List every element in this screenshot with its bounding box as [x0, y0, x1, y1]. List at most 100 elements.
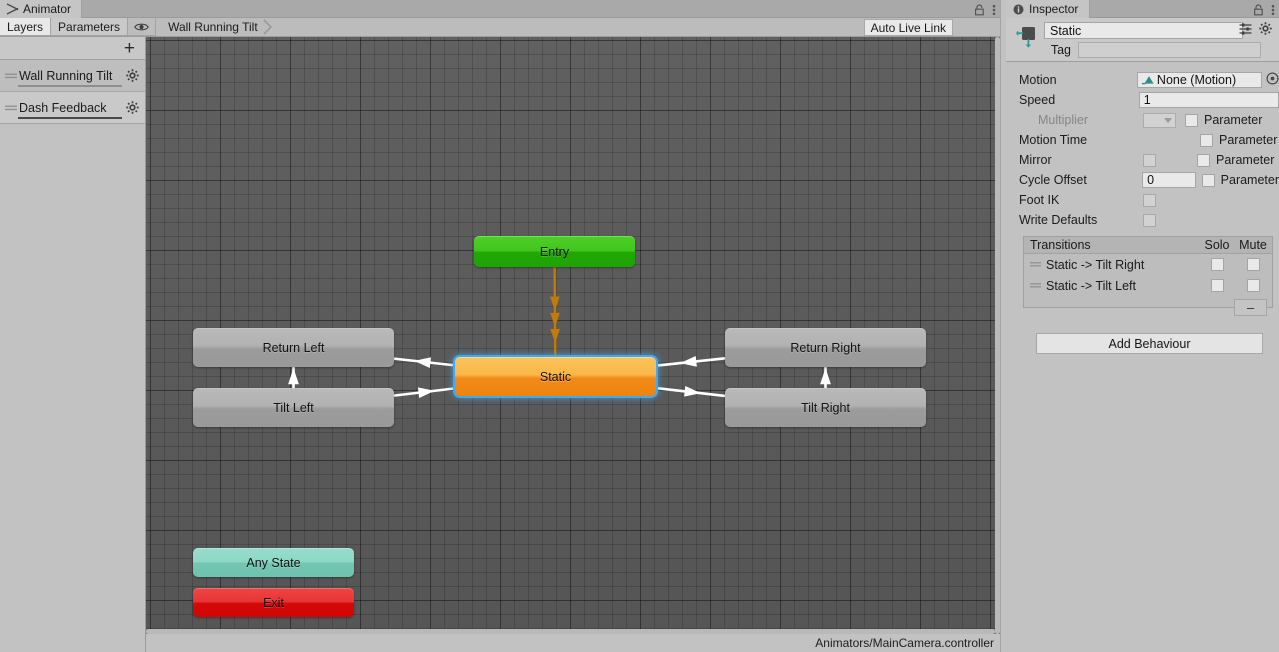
write-defaults-checkbox[interactable]	[1143, 213, 1156, 227]
remove-transition-button[interactable]: –	[1234, 299, 1267, 316]
multiplier-parameter-checkbox[interactable]	[1185, 113, 1198, 127]
motion-object-field[interactable]: None (Motion)	[1136, 72, 1262, 88]
toggle-visibility[interactable]	[128, 18, 157, 36]
tab-parameters[interactable]: Parameters	[51, 18, 129, 36]
transition-edge-entry-to-static[interactable]	[550, 266, 560, 358]
breadcrumb-item-0[interactable]: Wall Running Tilt	[162, 18, 262, 36]
plus-icon[interactable]: +	[124, 39, 135, 58]
kebab-menu-icon[interactable]	[992, 4, 996, 16]
mirror-checkbox[interactable]	[1143, 153, 1156, 167]
grip-icon[interactable]	[1030, 282, 1043, 289]
auto-live-link-button[interactable]: Auto Live Link	[863, 19, 953, 36]
property-row-multiplier: Multiplier Parameter	[1006, 110, 1279, 130]
layer-weight-bar[interactable]	[18, 117, 122, 119]
tab-animator-label: Animator	[23, 2, 72, 16]
property-row-mirror: Mirror Parameter	[1006, 150, 1279, 170]
transition-edge-return-right-to-static[interactable]	[655, 356, 726, 367]
transition-arrowhead	[417, 387, 435, 399]
transition-edge-tilt-right-to-return-right[interactable]	[820, 367, 831, 388]
solo-column-header: Solo	[1204, 238, 1230, 252]
parameter-label: Parameter	[1220, 173, 1279, 187]
inspector-window: Inspector Static Tag Motion None (Motion…	[1006, 0, 1279, 652]
layer-settings-button[interactable]	[119, 69, 145, 82]
state-properties: Motion None (Motion) Speed 1 Multiplier …	[1006, 70, 1279, 230]
grip-icon[interactable]	[3, 104, 19, 112]
tab-animator[interactable]: Animator	[0, 0, 83, 18]
transition-edge-static-to-tilt-right[interactable]	[655, 385, 726, 398]
layer-row[interactable]: Wall Running Tilt	[0, 60, 145, 92]
transition-edge-tilt-left-to-static[interactable]	[393, 387, 456, 399]
property-label: Speed	[1019, 93, 1056, 107]
layer-add-row: +	[0, 37, 145, 60]
transitions-title: Transitions	[1030, 238, 1091, 252]
breadcrumb-item-0-label: Wall Running Tilt	[168, 20, 258, 34]
transition-edge-tilt-left-to-return-left[interactable]	[288, 367, 299, 388]
motion-icon	[1141, 76, 1154, 85]
kebab-menu-icon[interactable]	[1271, 4, 1275, 16]
mirror-parameter-checkbox[interactable]	[1197, 153, 1210, 167]
tab-inspector-label: Inspector	[1029, 2, 1079, 16]
parameter-label: Parameter	[1216, 153, 1275, 167]
property-row-write-defaults: Write Defaults	[1006, 210, 1279, 230]
property-row-cycle-offset: Cycle Offset 0 Parameter	[1006, 170, 1279, 190]
motion-time-parameter-checkbox[interactable]	[1200, 133, 1213, 147]
info-icon	[1013, 4, 1024, 14]
state-machine-graph[interactable]: Entry Static Return Left Tilt Left Return Ri…	[146, 37, 995, 634]
property-row-motion-time: Motion Time Parameter	[1006, 130, 1279, 150]
property-row-motion: Motion None (Motion)	[1006, 70, 1279, 90]
grip-icon[interactable]	[1030, 261, 1043, 268]
tag-input[interactable]	[1078, 42, 1261, 58]
state-name-input[interactable]: Static	[1044, 22, 1243, 39]
transition-arrowhead	[550, 328, 560, 344]
solo-checkbox[interactable]	[1210, 258, 1224, 271]
layer-settings-button[interactable]	[119, 101, 145, 114]
transition-solo-cell	[1200, 279, 1234, 292]
mute-column-header: Mute	[1239, 238, 1267, 252]
speed-input[interactable]: 1	[1138, 92, 1279, 108]
multiplier-dropdown[interactable]	[1143, 112, 1176, 128]
graph-node-label: Tilt Right	[801, 400, 850, 415]
graph-node-any-state[interactable]: Any State	[193, 548, 354, 577]
graph-node-tilt-left[interactable]: Tilt Left	[193, 388, 394, 427]
graph-node-exit[interactable]: Exit	[193, 588, 354, 617]
cycle-offset-input[interactable]: 0	[1142, 172, 1196, 188]
layer-weight-bar[interactable]	[18, 85, 122, 87]
mute-checkbox[interactable]	[1246, 258, 1260, 271]
graph-node-entry[interactable]: Entry	[474, 236, 635, 267]
inspector-tabstrip: Inspector	[1006, 0, 1279, 18]
graph-node-tilt-right[interactable]: Tilt Right	[725, 388, 926, 427]
solo-checkbox[interactable]	[1210, 279, 1224, 292]
cycle-offset-parameter-checkbox[interactable]	[1201, 173, 1215, 187]
mute-checkbox[interactable]	[1246, 279, 1260, 292]
graph-node-static[interactable]: Static	[455, 357, 656, 396]
foot-ik-checkbox[interactable]	[1143, 193, 1156, 207]
tab-inspector[interactable]: Inspector	[1006, 0, 1091, 18]
graph-node-return-right[interactable]: Return Right	[725, 328, 926, 367]
parameter-label: Parameter	[1219, 133, 1278, 147]
transition-edge-static-to-return-left[interactable]	[393, 357, 456, 369]
gear-icon[interactable]	[1259, 22, 1272, 35]
graph-node-label: Exit	[263, 595, 284, 610]
layer-row[interactable]: Dash Feedback	[0, 92, 145, 124]
transition-solo-cell	[1200, 258, 1234, 271]
animator-tabstrip: Animator	[0, 0, 1000, 18]
transition-name: Static -> Tilt Right	[1046, 257, 1145, 272]
transitions-header: Transitions Solo Mute	[1024, 237, 1272, 254]
add-behaviour-button[interactable]: Add Behaviour	[1036, 333, 1263, 354]
layer-name: Dash Feedback	[19, 100, 107, 115]
transition-row[interactable]: Static -> Tilt Right	[1024, 254, 1272, 275]
tab-layers[interactable]: Layers	[0, 18, 52, 36]
transition-row[interactable]: Static -> Tilt Left	[1024, 275, 1272, 296]
inspector-header-icons	[1239, 22, 1272, 35]
property-label: Motion Time	[1019, 133, 1088, 147]
grip-icon[interactable]	[3, 72, 19, 80]
gear-icon	[125, 101, 139, 114]
preset-icon[interactable]	[1239, 22, 1252, 35]
transition-arrowhead	[414, 357, 432, 369]
lock-icon[interactable]	[1253, 3, 1264, 16]
graph-node-return-left[interactable]: Return Left	[193, 328, 394, 367]
parameter-label: Parameter	[1204, 113, 1263, 127]
lock-icon[interactable]	[974, 3, 985, 16]
motion-picker-button[interactable]	[1266, 72, 1279, 88]
animator-toolbar: Layers Parameters Wall Running Tilt Auto…	[0, 18, 1000, 37]
